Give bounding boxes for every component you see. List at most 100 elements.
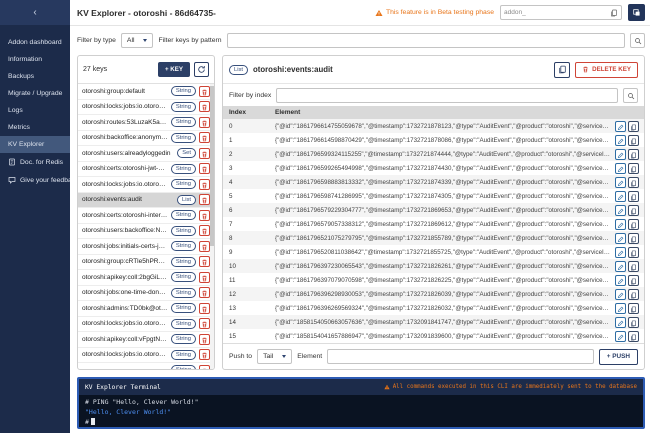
delete-key-row-button[interactable] (199, 147, 210, 159)
copy-element-button[interactable] (628, 330, 639, 342)
edit-element-button[interactable] (615, 232, 626, 244)
sidebar-item[interactable]: Information (0, 51, 70, 68)
delete-key-row-button[interactable] (199, 271, 210, 283)
delete-key-row-button[interactable] (199, 85, 210, 97)
copy-icon[interactable] (610, 9, 618, 17)
index-search-button[interactable] (623, 87, 638, 103)
sidebar-item[interactable]: Give your feedback (0, 171, 79, 189)
delete-key-row-button[interactable] (199, 256, 210, 268)
key-list-item[interactable]: otoroshi:users:alreadyloggedin Set (78, 146, 214, 162)
delete-key-row-button[interactable] (199, 101, 210, 113)
key-list-item[interactable]: otoroshi:locks:jobs:io.otoroshi.core.job… (78, 177, 214, 193)
filter-search-button[interactable] (630, 33, 645, 48)
delete-key-row-button[interactable] (199, 116, 210, 128)
key-list-item[interactable]: otoroshi:admins:TD0bk@otoroshi.io String (78, 301, 214, 317)
edit-element-button[interactable] (615, 176, 626, 188)
keys-scrollbar[interactable] (210, 84, 214, 369)
copy-element-button[interactable] (628, 176, 639, 188)
delete-key-row-button[interactable] (199, 240, 210, 252)
key-list-item[interactable]: String (78, 363, 214, 369)
key-list-item[interactable]: otoroshi:apikey:coll:vFpgtNWhAKJpGK1 Str… (78, 332, 214, 348)
key-list-item[interactable]: otoroshi:users:backoffice:NObbFwWEXWAW..… (78, 224, 214, 239)
key-list-item[interactable]: otoroshi:routes:53LuzaK5aJztGzPF String (78, 115, 214, 131)
addon-id-input[interactable] (504, 9, 608, 16)
key-list-item[interactable]: otoroshi:jobs:one-time-done:io.otoroshi.… (78, 286, 214, 301)
push-element-input[interactable] (327, 349, 594, 364)
key-list-item[interactable]: otoroshi:locks:jobs:io.otoroshi.plugins.… (78, 317, 214, 332)
edit-element-button[interactable] (615, 218, 626, 230)
sidebar-item[interactable]: Doc. for Redis (0, 153, 70, 171)
delete-key-row-button[interactable] (199, 225, 210, 237)
copy-element-button[interactable] (628, 246, 639, 258)
key-list-item[interactable]: otoroshi:backoffice:anonymous-reporting-… (78, 131, 214, 146)
edit-element-button[interactable] (615, 260, 626, 272)
sidebar-item[interactable]: Metrics (0, 119, 70, 136)
edit-element-button[interactable] (615, 330, 626, 342)
filter-type-select[interactable]: All (120, 33, 154, 48)
edit-element-button[interactable] (615, 204, 626, 216)
copy-element-button[interactable] (628, 162, 639, 174)
sidebar-item[interactable]: Migrate / Upgrade (0, 85, 70, 102)
delete-key-row-button[interactable] (199, 209, 210, 221)
sidebar-item[interactable]: Addon dashboard (0, 34, 70, 51)
copy-element-button[interactable] (628, 232, 639, 244)
copy-element-button[interactable] (628, 302, 639, 314)
copy-element-button[interactable] (628, 120, 639, 132)
key-list-item[interactable]: otoroshi:locks:jobs:io.otoroshi.core.job… (78, 348, 214, 363)
delete-key-row-button[interactable] (199, 163, 210, 175)
sidebar-item[interactable]: Backups (0, 68, 70, 85)
sidebar-item[interactable]: Logs (0, 102, 70, 119)
delete-key-row-button[interactable] (199, 287, 210, 299)
copy-element-button[interactable] (628, 260, 639, 272)
copy-key-button[interactable] (554, 61, 571, 78)
edit-element-button[interactable] (615, 134, 626, 146)
keys-scrollbar-thumb[interactable] (210, 86, 214, 246)
copy-element-button[interactable] (628, 148, 639, 160)
copy-element-button[interactable] (628, 274, 639, 286)
key-list-item[interactable]: otoroshi:jobs:initials-certs-job:wildcar… (78, 239, 214, 255)
key-list-item[interactable]: otoroshi:locks:jobs:io.otoroshi.core.hea… (78, 100, 214, 115)
filter-index-input[interactable] (276, 87, 618, 103)
sidebar-item[interactable]: KV Explorer (0, 136, 70, 153)
edit-element-button[interactable] (615, 274, 626, 286)
key-list-item[interactable]: otoroshi:group:default String (78, 84, 214, 100)
edit-element-button[interactable] (615, 246, 626, 258)
copy-element-button[interactable] (628, 316, 639, 328)
key-list-item[interactable]: otoroshi:certs:otoroshi-intermediate-ca … (78, 208, 214, 224)
push-button[interactable]: + PUSH (598, 348, 638, 365)
edit-element-button[interactable] (615, 120, 626, 132)
copy-element-button[interactable] (628, 190, 639, 202)
edit-element-button[interactable] (615, 190, 626, 202)
copy-element-button[interactable] (628, 134, 639, 146)
delete-key-row-button[interactable] (199, 349, 210, 361)
delete-key-row-button[interactable] (199, 302, 210, 314)
edit-element-button[interactable] (615, 302, 626, 314)
terminal-body[interactable]: # PING "Hello, Clever World!" "Hello, Cl… (79, 395, 643, 427)
copy-element-button[interactable] (628, 218, 639, 230)
delete-key-row-button[interactable] (199, 178, 210, 190)
terminal-prompt[interactable]: # (85, 417, 637, 427)
delete-key-row-button[interactable] (199, 194, 210, 206)
copy-element-button[interactable] (628, 288, 639, 300)
copy-element-button[interactable] (628, 204, 639, 216)
refresh-keys-button[interactable] (194, 62, 209, 77)
edit-element-button[interactable] (615, 148, 626, 160)
key-list-item[interactable]: otoroshi:certs:otoroshi-jwt-signing Stri… (78, 162, 214, 177)
sidebar-collapse-button[interactable]: ‹ (0, 0, 70, 25)
push-position-select[interactable]: Tail (257, 349, 293, 364)
delete-key-row-button[interactable] (199, 364, 210, 369)
delete-key-button[interactable]: DELETE KEY (575, 61, 638, 78)
console-toggle-button[interactable] (628, 4, 645, 21)
add-key-button[interactable]: + KEY (157, 62, 190, 77)
key-list-item[interactable]: otoroshi:group:cRTle5hPRDUfLgeT String (78, 255, 214, 270)
filter-pattern-input[interactable] (226, 33, 625, 48)
key-name: otoroshi:routes:53LuzaK5aJztGzPF (82, 118, 168, 126)
edit-element-button[interactable] (615, 162, 626, 174)
delete-key-row-button[interactable] (199, 132, 210, 144)
delete-key-row-button[interactable] (199, 318, 210, 330)
edit-element-button[interactable] (615, 288, 626, 300)
delete-key-row-button[interactable] (199, 333, 210, 345)
key-list-item[interactable]: otoroshi:apikey:coll:2bgGiLQ6Ccdt7RZe St… (78, 270, 214, 286)
key-list-item[interactable]: otoroshi:events:audit List (78, 192, 214, 208)
edit-element-button[interactable] (615, 316, 626, 328)
